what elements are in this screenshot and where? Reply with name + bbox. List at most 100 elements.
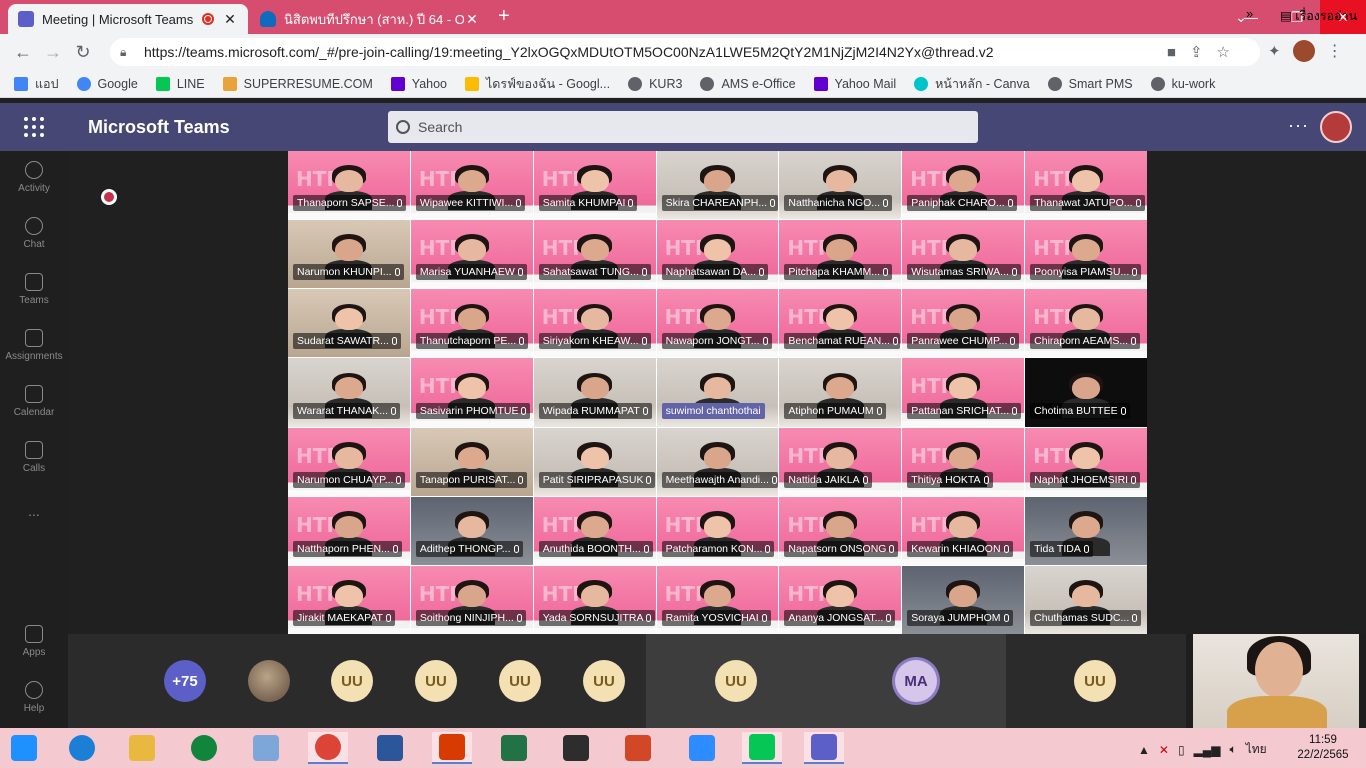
participant-video-tile[interactable]: Soraya JUMPHOM — [902, 565, 1025, 634]
tab-onedrive[interactable]: นิสิตพบทีปรึกษา (สาห.) ปี 64 - OneD ✕ — [250, 4, 490, 34]
participant-avatar[interactable]: UU — [1074, 660, 1116, 702]
taskbar-powerpoint-button[interactable] — [618, 732, 658, 764]
address-bar[interactable]: 🔒︎ https://teams.microsoft.com/_#/pre-jo… — [110, 38, 1260, 66]
participant-video-tile[interactable]: Chuthamas SUDC... — [1025, 565, 1147, 634]
wifi-signal-icon[interactable]: ▂▄▆ — [1194, 743, 1221, 757]
network-warning-icon[interactable]: ✕ — [1159, 743, 1169, 757]
participant-video-tile[interactable]: suwimol chanthothai — [656, 358, 779, 427]
forward-icon[interactable]: → — [38, 42, 68, 63]
back-icon[interactable]: ← — [8, 42, 38, 63]
participant-video-tile[interactable]: Wipada RUMMAPAT — [533, 358, 656, 427]
participant-video-tile[interactable]: HTR Natthaporn PHEN... — [288, 496, 410, 565]
participant-video-tile[interactable]: Sudarat SAWATR... — [288, 289, 410, 358]
participant-video-tile[interactable]: Tida TIDA — [1025, 496, 1147, 565]
close-tab-icon[interactable]: ✕ — [222, 11, 238, 28]
self-video-preview[interactable] — [1193, 634, 1359, 728]
bookmark-item[interactable]: Smart PMS — [1047, 76, 1133, 91]
taskbar-video-button[interactable] — [556, 732, 596, 764]
participant-video-tile[interactable]: Tanapon PURISAT... — [410, 427, 533, 496]
taskbar-file-explorer-button[interactable] — [122, 732, 162, 764]
more-options-icon[interactable]: ··· — [1288, 115, 1309, 136]
participant-video-tile[interactable]: HTR Yada SORNSUJITRA — [533, 565, 656, 634]
close-tab-icon[interactable]: ✕ — [464, 11, 480, 28]
taskbar-paint-button[interactable] — [246, 732, 286, 764]
participant-video-tile[interactable]: Natthanicha NGO... — [779, 151, 902, 220]
app-launcher-icon[interactable] — [24, 117, 44, 137]
input-language[interactable]: ไทย — [1246, 740, 1267, 759]
taskbar-line-green-button[interactable] — [184, 732, 224, 764]
more-participants-button[interactable]: +75 — [164, 660, 206, 702]
bookmark-item[interactable]: ไดรฟ์ของฉัน - Googl... — [465, 74, 610, 94]
taskbar-teams-button[interactable] — [804, 732, 844, 764]
participant-video-tile[interactable]: HTR Sahatsawat TUNG... — [533, 220, 656, 289]
participant-video-tile[interactable]: HTR Thanawat JATUPO... — [1025, 151, 1147, 220]
participant-video-tile[interactable]: HTR Napatsorn ONSONG — [779, 496, 902, 565]
participant-video-tile[interactable]: HTR Panrawee CHUMP... — [902, 289, 1025, 358]
reading-list-button[interactable]: ▤ เรื่องรออ่าน — [1280, 6, 1357, 26]
bookmark-item[interactable]: SUPERRESUME.COM — [222, 76, 373, 91]
participant-video-tile[interactable]: Atiphon PUMAUM — [779, 358, 902, 427]
taskbar-word-button[interactable] — [370, 732, 410, 764]
rail-item-calendar[interactable]: Calendar — [0, 385, 68, 418]
bookmark-item[interactable]: AMS e-Office — [700, 76, 796, 91]
participant-video-tile[interactable]: Narumon KHUNPI... — [288, 220, 410, 289]
participant-video-tile[interactable]: HTR Siriyakorn KHEAW... — [533, 289, 656, 358]
participant-video-tile[interactable]: Meethawajth Anandi... — [656, 427, 779, 496]
profile-avatar[interactable] — [1292, 40, 1315, 62]
bookmark-item[interactable]: Google — [76, 76, 138, 91]
search-input[interactable]: Search — [388, 111, 978, 143]
participant-video-tile[interactable]: Wararat THANAK... — [288, 358, 410, 427]
participant-avatar[interactable]: MA — [895, 660, 937, 702]
volume-icon[interactable]: 🔈︎ — [1230, 742, 1237, 757]
rail-item-more[interactable]: ... — [0, 503, 68, 519]
participant-video-tile[interactable]: HTR Soithong NINJIPH... — [410, 565, 533, 634]
rail-item-assignments[interactable]: Assignments — [0, 329, 68, 362]
participant-video-tile[interactable]: Adithep THONGP... — [410, 496, 533, 565]
reload-icon[interactable]: ↻ — [68, 42, 98, 63]
participant-avatar[interactable]: UU — [499, 660, 541, 702]
participant-avatar[interactable]: UU — [415, 660, 457, 702]
participant-video-tile[interactable]: HTR Marisa YUANHAEW — [410, 220, 533, 289]
participant-video-tile[interactable]: HTR Anuthida BOONTH... — [533, 496, 656, 565]
taskbar-start-button[interactable] — [4, 732, 44, 764]
new-tab-icon[interactable]: + — [498, 5, 510, 28]
share-icon[interactable]: ⇪ — [1190, 43, 1203, 61]
chrome-menu-icon[interactable]: ⋮ — [1327, 41, 1343, 61]
participant-video-tile[interactable]: HTR Thanutchaporn PE... — [410, 289, 533, 358]
participant-video-tile[interactable]: HTR Poonyisa PIAMSU... — [1025, 220, 1147, 289]
participant-video-tile[interactable]: HTR Thanaporn SAPSE... — [288, 151, 410, 220]
participant-avatar[interactable]: UU — [715, 660, 757, 702]
participant-video-tile[interactable]: Skira CHAREANPH... — [656, 151, 779, 220]
tab-teams-meeting[interactable]: Meeting | Microsoft Teams ✕ — [8, 4, 248, 34]
participant-video-tile[interactable]: HTR Nawaporn JONGT... — [656, 289, 779, 358]
tray-overflow-icon[interactable]: ▲ — [1138, 743, 1150, 757]
participant-video-tile[interactable]: HTR Kewarin KHIAOON — [902, 496, 1025, 565]
taskbar-zoom-button[interactable] — [682, 732, 722, 764]
participant-video-tile[interactable]: HTR Sasivarin PHOMTUE — [410, 358, 533, 427]
rail-item-teams[interactable]: Teams — [0, 273, 68, 306]
taskbar-internet-explorer-button[interactable] — [62, 732, 102, 764]
participant-video-tile[interactable]: HTR Wisutamas SRIWA... — [902, 220, 1025, 289]
bookmark-item[interactable]: Yahoo Mail — [813, 76, 896, 91]
taskbar-excel-button[interactable] — [494, 732, 534, 764]
bookmark-item[interactable]: LINE — [155, 76, 205, 91]
participant-video-tile[interactable]: HTR Naphat JHOEMSIRI — [1025, 427, 1147, 496]
bookmark-item[interactable]: หน้าหลัก - Canva — [914, 74, 1030, 94]
participant-video-tile[interactable]: HTR Samita KHUMPAI — [533, 151, 656, 220]
participant-video-tile[interactable]: HTR Jirakit MAEKAPAT — [288, 565, 410, 634]
participant-avatar[interactable]: UU — [583, 660, 625, 702]
rail-item-apps[interactable]: Apps — [0, 625, 68, 658]
extensions-icon[interactable]: ✦ — [1268, 42, 1281, 60]
system-clock[interactable]: 11:59 22/2/2565 — [1292, 733, 1354, 763]
rail-item-help[interactable]: Help — [0, 681, 68, 714]
participant-avatar-photo[interactable] — [248, 660, 290, 702]
participant-video-tile[interactable]: Chotima BUTTEE — [1025, 358, 1147, 427]
participant-avatar[interactable]: UU — [331, 660, 373, 702]
taskbar-chrome-button[interactable] — [308, 732, 348, 764]
participant-video-tile[interactable]: HTR Pitchapa KHAMM... — [779, 220, 902, 289]
bookmark-item[interactable]: Yahoo — [390, 76, 447, 91]
participant-video-tile[interactable]: HTR Paniphak CHARO... — [902, 151, 1025, 220]
participant-video-tile[interactable]: HTR Naphatsawan DA... — [656, 220, 779, 289]
rail-item-phone[interactable]: Calls — [0, 441, 68, 474]
participant-video-tile[interactable]: HTR Wipawee KITTIWI... — [410, 151, 533, 220]
